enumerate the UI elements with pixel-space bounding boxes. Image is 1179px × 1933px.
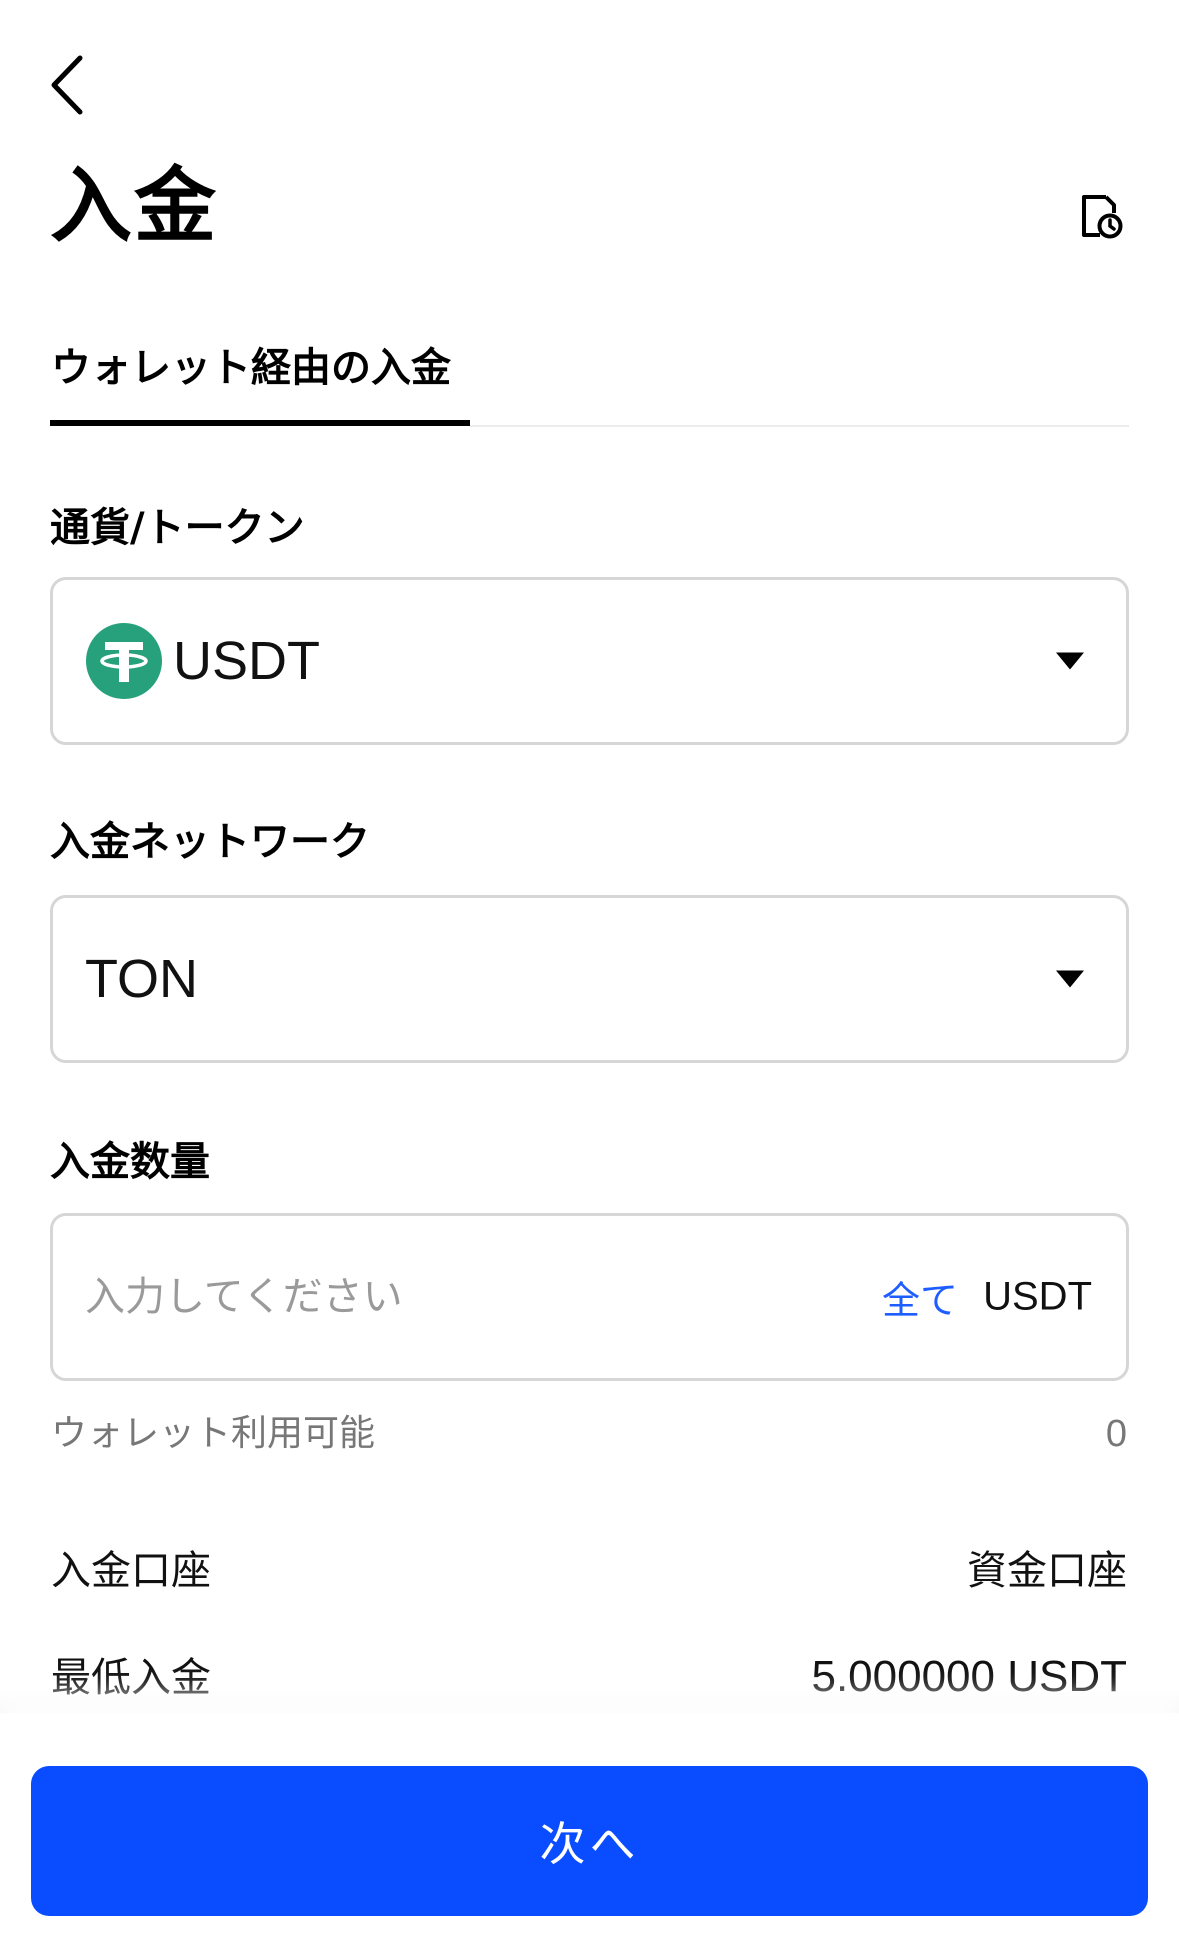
amount-field: 全て USDT [50, 1213, 1129, 1381]
caret-down-icon [1056, 970, 1084, 988]
active-tab-indicator [50, 420, 470, 426]
network-select[interactable]: TON [50, 895, 1129, 1063]
tab-divider [470, 425, 1129, 427]
deposit-account-value: 資金口座 [967, 1548, 1127, 1594]
network-value: TON [85, 949, 199, 1009]
next-button[interactable]: 次へ [31, 1766, 1148, 1916]
deposit-screen: 入金 ウォレット経由の入金 通貨/トークン USDT 入金ネットワーク TON … [0, 0, 1179, 1933]
currency-label: 通貨/トークン [50, 505, 305, 551]
tab-wallet-deposit[interactable]: ウォレット経由の入金 [51, 344, 451, 392]
amount-unit: USDT [983, 1274, 1092, 1319]
currency-value: USDT [173, 631, 320, 691]
caret-down-icon [1056, 652, 1084, 670]
page-title: 入金 [50, 159, 219, 254]
bottom-bar-shadow [0, 1690, 1179, 1714]
amount-input[interactable] [85, 1274, 685, 1320]
tether-glyph [100, 642, 148, 682]
currency-select[interactable]: USDT [50, 577, 1129, 745]
wallet-available-value: 0 [1105, 1413, 1127, 1455]
back-arrow-glyph [51, 55, 83, 115]
deposit-account-label: 入金口座 [51, 1548, 211, 1594]
history-document-clock-glyph [1082, 195, 1123, 239]
wallet-available-label: ウォレット利用可能 [51, 1413, 376, 1454]
max-amount-button[interactable]: 全て [882, 1270, 958, 1325]
amount-label: 入金数量 [50, 1139, 210, 1185]
next-button-label: 次へ [539, 1818, 640, 1870]
network-label: 入金ネットワーク [50, 819, 370, 865]
deposit-history-icon[interactable] [1078, 193, 1124, 239]
back-arrow-icon[interactable] [44, 52, 94, 118]
tether-icon [86, 623, 162, 699]
